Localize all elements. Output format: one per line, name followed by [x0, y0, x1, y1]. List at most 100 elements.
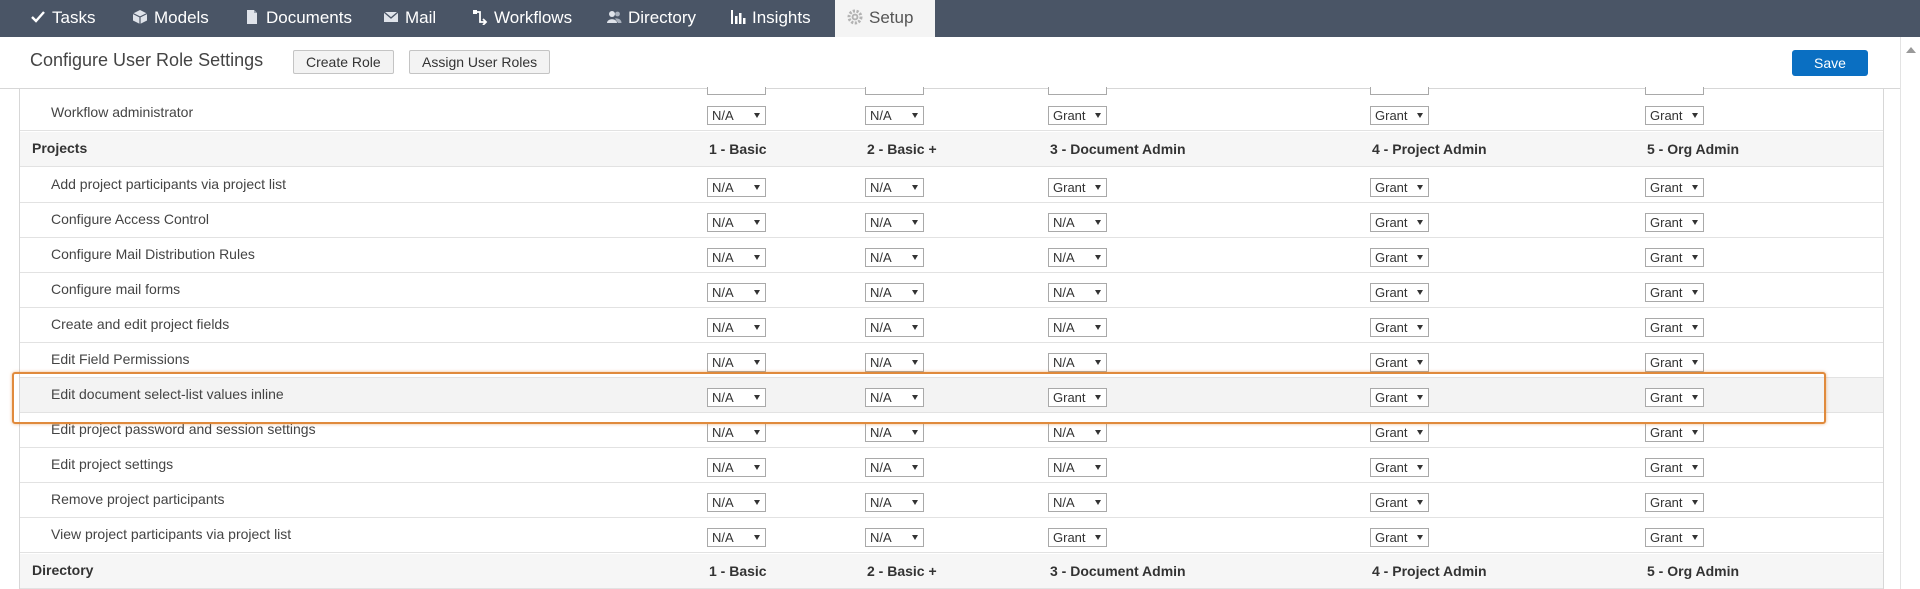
permission-select[interactable]: N/A: [865, 458, 924, 477]
permission-select[interactable]: N/A: [707, 423, 766, 442]
permission-select[interactable]: Grant: [1370, 248, 1429, 267]
permission-select[interactable]: Grant: [1645, 528, 1704, 547]
vertical-scrollbar[interactable]: [1900, 37, 1920, 589]
clipped-row-above: [20, 87, 1883, 95]
permission-select[interactable]: Grant: [1645, 178, 1704, 197]
select-value: N/A: [712, 250, 734, 265]
column-header: 2 - Basic +: [867, 563, 937, 579]
column-header: 2 - Basic +: [867, 141, 937, 157]
select-value: Grant: [1375, 530, 1408, 545]
permission-select[interactable]: N/A: [707, 178, 766, 197]
permission-select[interactable]: N/A: [707, 283, 766, 302]
permission-select[interactable]: Grant: [1048, 178, 1107, 197]
permission-select[interactable]: N/A: [1048, 283, 1107, 302]
nav-tab-workflows[interactable]: Workflows: [472, 0, 572, 37]
permission-select[interactable]: N/A: [707, 528, 766, 547]
permission-row: Configure Access Control N/A N/A N/A Grant Gr…: [20, 203, 1883, 238]
chevron-down-icon: [1692, 113, 1698, 118]
nav-tab-insights[interactable]: Insights: [730, 0, 811, 37]
permission-select[interactable]: Grant: [1645, 248, 1704, 267]
permission-select[interactable]: Grant: [1370, 423, 1429, 442]
nav-tab-mail[interactable]: Mail: [383, 0, 436, 37]
chevron-down-icon: [1692, 255, 1698, 260]
permission-select[interactable]: N/A: [865, 353, 924, 372]
permission-select[interactable]: N/A: [1048, 493, 1107, 512]
permission-select[interactable]: Grant: [1645, 423, 1704, 442]
chevron-down-icon: [1417, 465, 1423, 470]
chevron-down-icon: [1417, 220, 1423, 225]
permission-select[interactable]: N/A: [865, 423, 924, 442]
permission-select[interactable]: Grant: [1645, 283, 1704, 302]
permission-select[interactable]: N/A: [707, 106, 766, 125]
column-header: 1 - Basic: [709, 141, 767, 157]
select-value: Grant: [1650, 250, 1683, 265]
select-value: Grant: [1375, 108, 1408, 123]
permission-select[interactable]: N/A: [707, 458, 766, 477]
create-role-button[interactable]: Create Role: [293, 50, 394, 74]
permission-select[interactable]: Grant: [1370, 493, 1429, 512]
permission-select[interactable]: N/A: [707, 213, 766, 232]
clipped-select: [1370, 87, 1429, 95]
permission-label: Add project participants via project lis…: [51, 176, 286, 192]
permission-select[interactable]: N/A: [707, 353, 766, 372]
select-value: N/A: [1053, 425, 1075, 440]
chevron-down-icon: [1417, 290, 1423, 295]
permission-row: Create and edit project fields N/A N/A N/A G…: [20, 308, 1883, 343]
permission-select[interactable]: Grant: [1370, 458, 1429, 477]
nav-tab-tasks[interactable]: Tasks: [30, 0, 95, 37]
permission-select[interactable]: Grant: [1645, 458, 1704, 477]
select-value: Grant: [1375, 320, 1408, 335]
assign-user-roles-button[interactable]: Assign User Roles: [409, 50, 551, 74]
permission-select[interactable]: Grant: [1645, 213, 1704, 232]
nav-tab-directory[interactable]: Directory: [606, 0, 696, 37]
permission-select[interactable]: Grant: [1645, 106, 1704, 125]
column-header: 5 - Org Admin: [1647, 141, 1740, 157]
permission-select[interactable]: Grant: [1645, 493, 1704, 512]
permission-select[interactable]: N/A: [865, 213, 924, 232]
permission-select[interactable]: Grant: [1370, 213, 1429, 232]
permission-select[interactable]: N/A: [865, 318, 924, 337]
permission-select[interactable]: N/A: [865, 528, 924, 547]
permission-select[interactable]: N/A: [1048, 248, 1107, 267]
workflow-icon: [473, 10, 488, 25]
permission-select[interactable]: Grant: [1645, 318, 1704, 337]
select-value: N/A: [870, 180, 892, 195]
permission-select[interactable]: N/A: [865, 493, 924, 512]
select-value: N/A: [712, 495, 734, 510]
permission-label: Edit Field Permissions: [51, 351, 190, 367]
permission-select[interactable]: N/A: [865, 283, 924, 302]
nav-tab-setup[interactable]: Setup: [835, 0, 935, 37]
permission-select[interactable]: N/A: [707, 318, 766, 337]
permission-select[interactable]: Grant: [1370, 318, 1429, 337]
permission-select[interactable]: Grant: [1370, 353, 1429, 372]
nav-tab-models[interactable]: Models: [132, 0, 209, 37]
permission-select[interactable]: Grant: [1370, 283, 1429, 302]
permission-select[interactable]: Grant: [1048, 528, 1107, 547]
permission-select[interactable]: Grant: [1645, 353, 1704, 372]
permission-select[interactable]: N/A: [1048, 318, 1107, 337]
permission-select[interactable]: N/A: [1048, 458, 1107, 477]
permission-select[interactable]: Grant: [1048, 106, 1107, 125]
permission-select[interactable]: N/A: [1048, 213, 1107, 232]
select-value: N/A: [1053, 285, 1075, 300]
save-button[interactable]: Save: [1792, 50, 1868, 76]
permission-select[interactable]: Grant: [1370, 106, 1429, 125]
permission-select[interactable]: Grant: [1370, 178, 1429, 197]
nav-tab-label: Mail: [405, 8, 437, 27]
permission-select[interactable]: N/A: [707, 493, 766, 512]
nav-tab-documents[interactable]: Documents: [244, 0, 352, 37]
permission-select[interactable]: N/A: [865, 106, 924, 125]
chevron-down-icon: [912, 535, 918, 540]
scroll-up-icon[interactable]: [1906, 47, 1916, 53]
highlight-annotation: [12, 372, 1826, 424]
permission-select[interactable]: N/A: [1048, 353, 1107, 372]
permission-select[interactable]: N/A: [865, 178, 924, 197]
permission-select[interactable]: N/A: [1048, 423, 1107, 442]
permission-select[interactable]: N/A: [707, 248, 766, 267]
permission-select[interactable]: N/A: [865, 248, 924, 267]
chevron-down-icon: [1417, 113, 1423, 118]
permission-select[interactable]: Grant: [1370, 528, 1429, 547]
permission-row: Configure mail forms N/A N/A N/A Grant Grant: [20, 273, 1883, 308]
permission-row: View project participants via project li…: [20, 518, 1883, 553]
select-value: Grant: [1375, 215, 1408, 230]
